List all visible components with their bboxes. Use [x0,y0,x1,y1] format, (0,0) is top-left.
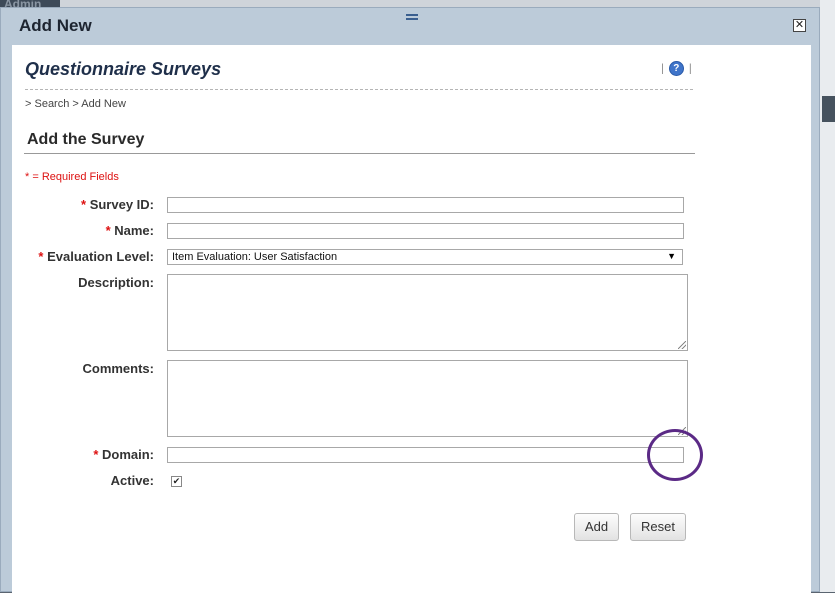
divider: | [688,62,692,75]
modal-body: Questionnaire Surveys |? | > Search > Add… [12,45,811,593]
evaluation-level-label: * Evaluation Level: [9,249,154,264]
modal-title: Add New [19,16,92,35]
breadcrumb: > Search > Add New [25,98,126,110]
dropdown-arrow-icon: ▼ [667,251,676,261]
domain-label: * Domain: [9,447,154,462]
section-title: Add the Survey [27,131,145,148]
page-title: Questionnaire Surveys [25,59,222,79]
add-new-modal: Add New ✕ Questionnaire Surveys |? | > Se… [0,7,820,593]
breadcrumb-current: Add New [81,98,126,110]
name-label: * Name: [9,223,154,238]
breadcrumb-search-link[interactable]: Search [34,98,69,110]
required-fields-note: * = Required Fields [25,171,119,183]
name-label-text: Name: [114,223,154,238]
active-label-text: Active: [110,473,154,488]
close-button[interactable]: ✕ [793,19,806,32]
required-marker: * [105,223,111,238]
comments-label-text: Comments: [82,361,154,376]
active-label: Active: [9,473,154,488]
description-label-text: Description: [78,275,154,290]
section-divider [24,153,695,154]
evaluation-level-selected: Item Evaluation: User Satisfaction [172,251,338,263]
help-icon[interactable]: ? [668,61,684,76]
comments-label: Comments: [9,361,154,376]
help-area: |? | [661,61,692,76]
description-textarea[interactable] [167,274,688,351]
background-right-bar [822,96,835,122]
domain-input[interactable] [167,447,684,463]
survey-id-input[interactable] [167,197,684,213]
background-right-panel [820,0,835,592]
evaluation-level-label-text: Evaluation Level: [47,249,154,264]
evaluation-level-select[interactable]: Item Evaluation: User Satisfaction ▼ [167,249,683,265]
highlight-circle-annotation [647,429,703,481]
add-button[interactable]: Add [574,513,619,541]
resize-grip-icon[interactable] [678,341,686,349]
comments-textarea[interactable] [167,360,688,437]
domain-label-text: Domain: [102,447,154,462]
breadcrumb-separator: > [69,98,82,110]
reset-button[interactable]: Reset [630,513,686,541]
survey-id-label: * Survey ID: [9,197,154,212]
name-input[interactable] [167,223,684,239]
active-checkbox[interactable]: ✔ [171,476,182,487]
required-marker: * [93,447,99,462]
required-marker: * [81,197,87,212]
title-divider [25,89,693,90]
drag-handle-icon[interactable] [406,14,418,20]
divider: | [661,62,664,75]
survey-id-label-text: Survey ID: [89,197,154,212]
required-marker: * [38,249,44,264]
description-label: Description: [9,275,154,290]
